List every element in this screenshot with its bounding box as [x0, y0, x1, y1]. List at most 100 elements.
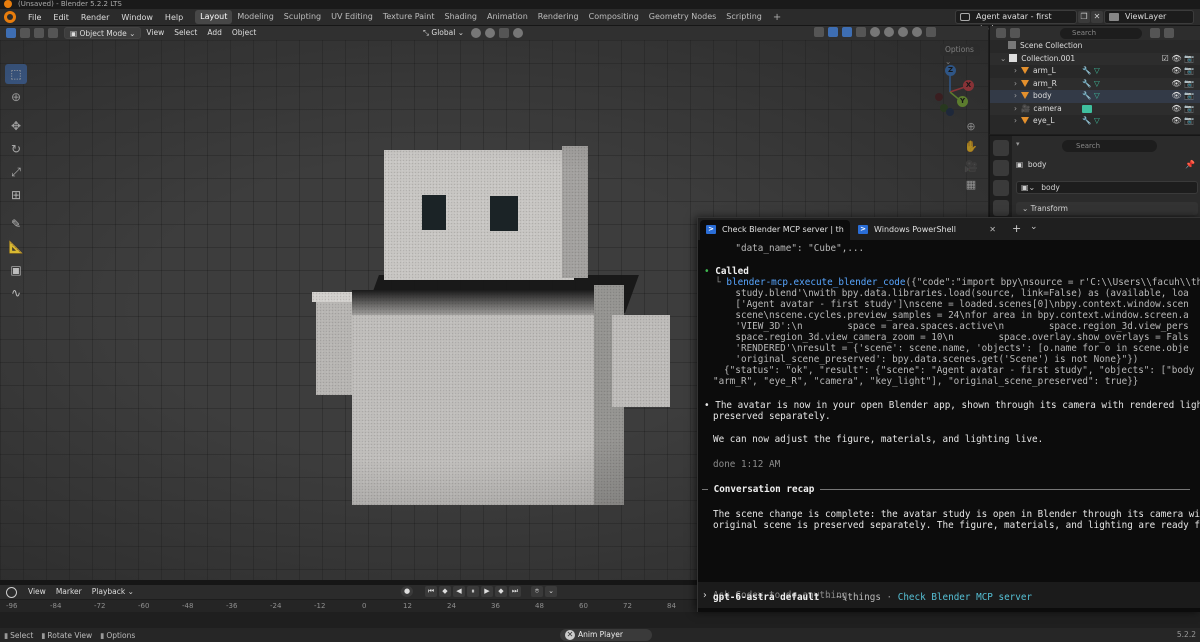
viewport-menu-object[interactable]: Object — [227, 27, 261, 39]
curve-tool-icon[interactable]: ∿ — [5, 283, 27, 303]
viewport-menu-view[interactable]: View — [141, 27, 169, 39]
workspace-tab-uv-editing[interactable]: UV Editing — [326, 10, 378, 24]
blender-menu-icon[interactable] — [4, 11, 16, 23]
keying-set-icon[interactable]: ⌾ — [531, 586, 543, 597]
perspective-toggle-icon[interactable]: ▦ — [962, 176, 980, 194]
navigation-gizmo[interactable]: Z X Y — [930, 62, 978, 122]
camera-view-icon[interactable]: 🎥 — [962, 158, 980, 176]
cursor-tool-icon[interactable]: ⊕ — [5, 87, 27, 107]
terminal-tab-powershell[interactable]: > Windows PowerShell ✕ — [852, 220, 1000, 240]
outliner-row-arm-l[interactable]: › arm_L 🔧 ▽ 👁 📷 — [990, 65, 1200, 78]
new-collection-icon[interactable] — [1164, 28, 1174, 38]
menu-edit[interactable]: Edit — [47, 13, 75, 22]
workspace-tab-geometry-nodes[interactable]: Geometry Nodes — [644, 10, 721, 24]
anim-player-button[interactable]: ✕ Anim Player — [560, 629, 652, 641]
terminal-tab-codex[interactable]: > Check Blender MCP server | th — [700, 220, 850, 240]
timeline-menu-view[interactable]: View — [23, 586, 51, 598]
jump-keyframe-forward-icon[interactable]: ◆ — [495, 586, 507, 597]
tab-dropdown-icon[interactable]: ⌄ — [1030, 222, 1038, 232]
transform-tool-icon[interactable]: ⊞ — [5, 185, 27, 205]
keying-dropdown-icon[interactable]: ⌄ — [545, 586, 557, 597]
auto-keying-icon[interactable]: ● — [401, 586, 413, 597]
output-properties-tab-icon[interactable] — [993, 180, 1009, 196]
object-name-field[interactable]: ▣⌄ body — [1016, 181, 1198, 194]
visibility-icons[interactable]: 👁 📷 — [1171, 115, 1194, 128]
transform-panel-header[interactable]: ⌄ Transform — [1016, 202, 1198, 215]
view-layer-selector[interactable]: ViewLayer — [1104, 10, 1194, 24]
snap-target-icon[interactable] — [499, 28, 509, 38]
play-reverse-icon[interactable]: ◀ — [453, 586, 465, 597]
rotate-tool-icon[interactable]: ↻ — [5, 139, 27, 159]
overlay-toggle-icon[interactable] — [842, 27, 852, 37]
select-box-tool-icon[interactable]: ⬚ — [5, 64, 27, 84]
pin-icon[interactable]: 📌 — [1185, 160, 1195, 169]
properties-search-input[interactable]: Search — [1062, 140, 1157, 152]
tool-properties-tab-icon[interactable] — [993, 140, 1009, 156]
viewport-menu-add[interactable]: Add — [202, 27, 227, 39]
visibility-icons[interactable]: 👁 📷 — [1171, 90, 1194, 103]
shading-rendered-icon[interactable] — [912, 27, 922, 37]
outliner-display-mode-icon[interactable] — [996, 28, 1006, 38]
gizmo-x-label[interactable]: X — [963, 80, 974, 91]
gizmo-z-label[interactable]: Z — [945, 65, 956, 76]
scene-selector[interactable]: Agent avatar - first study — [955, 10, 1077, 33]
add-workspace-button[interactable]: + — [767, 12, 787, 23]
gizmo-y-label[interactable]: Y — [957, 96, 968, 107]
workspace-tab-layout[interactable]: Layout — [195, 10, 233, 24]
shading-solid-icon[interactable] — [884, 27, 894, 37]
zoom-view-icon[interactable]: ⊕ — [962, 118, 980, 136]
workspace-tab-scripting[interactable]: Scripting — [721, 10, 767, 24]
viewport-options-button[interactable]: Options ⌄ — [940, 44, 980, 66]
add-cube-tool-icon[interactable]: ▣ — [5, 260, 27, 280]
visibility-icon[interactable] — [814, 27, 824, 37]
workspace-tab-animation[interactable]: Animation — [482, 10, 533, 24]
outliner-row-eye-l[interactable]: › eye_L 🔧 ▽ 👁 📷 — [990, 115, 1200, 128]
terminal-output[interactable]: "data_name": "Cube",... • Called └ blend… — [698, 240, 1200, 612]
snap-icon[interactable] — [485, 28, 495, 38]
move-tool-icon[interactable]: ✥ — [5, 116, 27, 136]
select-box-mode-icon[interactable] — [6, 28, 16, 38]
new-scene-icon[interactable]: ❐ — [1078, 11, 1090, 23]
object-mode-dropdown[interactable]: ▣ Object Mode ⌄ — [64, 27, 142, 39]
outliner-scene-collection[interactable]: Scene Collection — [990, 40, 1200, 53]
workspace-tab-texture-paint[interactable]: Texture Paint — [378, 10, 440, 24]
viewport-menu-select[interactable]: Select — [169, 27, 202, 39]
menu-help[interactable]: Help — [159, 13, 189, 22]
shading-material-icon[interactable] — [898, 27, 908, 37]
menu-render[interactable]: Render — [75, 13, 115, 22]
visibility-icons[interactable]: 👁 📷 — [1171, 103, 1194, 116]
outliner-filter-icon[interactable] — [1010, 28, 1020, 38]
view-layer-tab-icon[interactable] — [993, 200, 1009, 216]
outliner-funnel-icon[interactable] — [1150, 28, 1160, 38]
render-properties-tab-icon[interactable] — [993, 160, 1009, 176]
visibility-icons[interactable]: 👁 📷 — [1171, 65, 1194, 78]
outliner-row-camera[interactable]: › 🎥 camera 👁 📷 — [990, 102, 1200, 116]
outliner-collection-row[interactable]: ⌄ Collection.001 ☑ 👁 📷 — [990, 52, 1200, 66]
delete-scene-icon[interactable]: ✕ — [1091, 11, 1103, 23]
workspace-tab-rendering[interactable]: Rendering — [533, 10, 584, 24]
play-icon[interactable]: ▶ — [481, 586, 493, 597]
xray-toggle-icon[interactable] — [856, 27, 866, 37]
playback-dropdown[interactable]: Playback ⌄ — [87, 586, 139, 598]
gizmo-toggle-icon[interactable] — [828, 27, 838, 37]
select-subtract-icon[interactable] — [34, 28, 44, 38]
proportional-edit-icon[interactable] — [513, 28, 523, 38]
new-tab-button[interactable]: + — [1012, 222, 1021, 235]
collection-visibility-icons[interactable]: ☑ 👁 📷 — [1162, 53, 1194, 66]
shading-options-icon[interactable] — [926, 27, 936, 37]
outliner-search-input[interactable]: Search — [1060, 27, 1142, 39]
close-icon[interactable]: ✕ — [565, 630, 575, 640]
pan-view-icon[interactable]: ✋ — [962, 138, 980, 156]
jump-end-icon[interactable]: ⏭ — [509, 586, 521, 597]
pivot-point-icon[interactable] — [471, 28, 481, 38]
outliner-row-arm-r[interactable]: › arm_R 🔧 ▽ 👁 📷 — [990, 77, 1200, 91]
workspace-tab-compositing[interactable]: Compositing — [584, 10, 644, 24]
workspace-tab-shading[interactable]: Shading — [439, 10, 482, 24]
menu-file[interactable]: File — [22, 13, 47, 22]
annotate-tool-icon[interactable]: ✎ — [5, 214, 27, 234]
close-tab-icon[interactable]: ✕ — [989, 220, 996, 240]
scale-tool-icon[interactable]: ⤢ — [5, 162, 27, 182]
visibility-icons[interactable]: 👁 📷 — [1171, 78, 1194, 91]
jump-keyframe-back-icon[interactable]: ◆ — [439, 586, 451, 597]
timeline-editor-icon[interactable] — [6, 586, 17, 598]
